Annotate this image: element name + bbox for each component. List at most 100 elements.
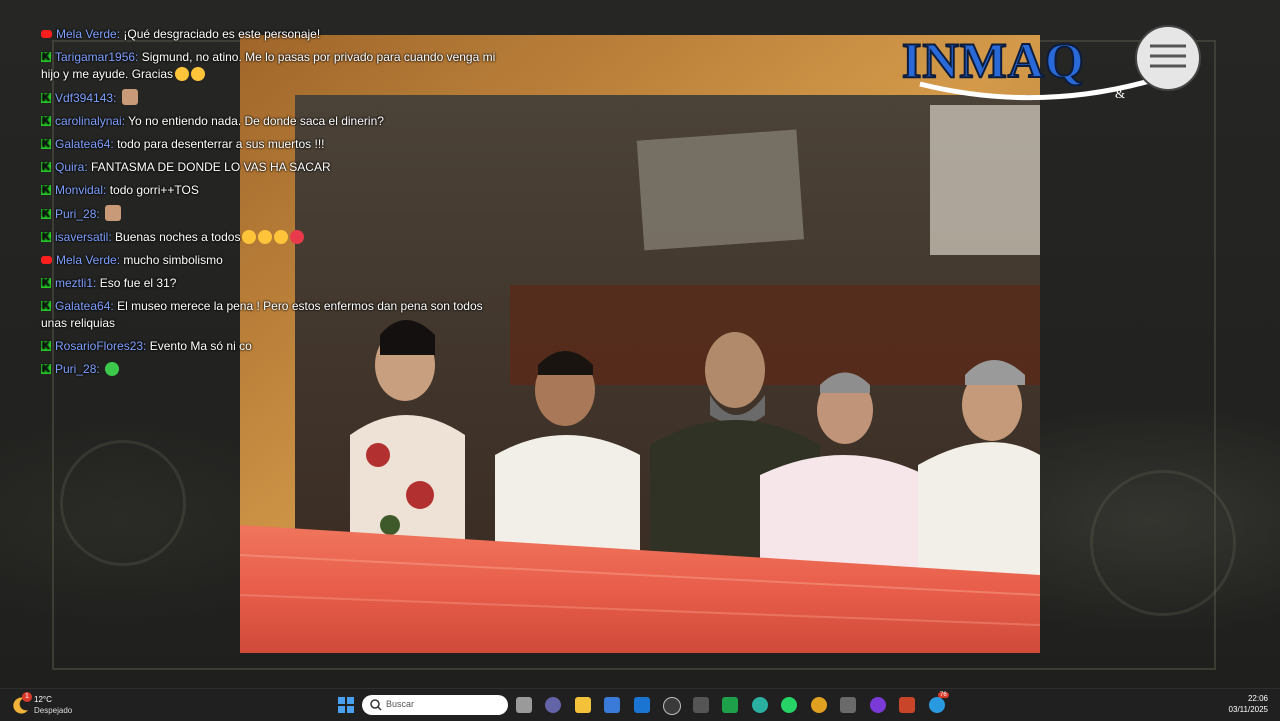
kick-icon	[41, 113, 51, 130]
telegram-icon[interactable]: 76	[929, 692, 949, 713]
app2-icon[interactable]	[840, 697, 856, 713]
chat-separator: :	[96, 362, 104, 376]
windows-start-icon[interactable]	[338, 697, 354, 713]
green-face-emoji-icon	[105, 362, 120, 376]
chat-text: mucho simbolismo	[123, 253, 223, 267]
waving-hand-emoji-icon	[242, 230, 257, 244]
kick-icon	[41, 298, 51, 315]
chat-username[interactable]: Puri_28	[55, 207, 96, 221]
chat-message: Mela Verde: ¡Qué desgraciado es este per…	[41, 26, 511, 43]
chat-message: Puri_28:	[41, 361, 511, 378]
kick-icon	[41, 229, 51, 246]
notification-badge: 1	[22, 692, 32, 702]
chatgpt-icon[interactable]	[663, 697, 681, 715]
heart-emoji-icon	[290, 230, 305, 244]
chat-username[interactable]: Galatea64	[55, 137, 110, 151]
youtube-icon	[41, 256, 52, 264]
chat-username[interactable]: Vdf394143	[55, 91, 113, 105]
chat-username[interactable]: isaversatil	[55, 230, 108, 244]
search-placeholder: Buscar	[386, 699, 415, 709]
kick-icon	[41, 182, 51, 199]
kick-icon	[41, 159, 51, 176]
chat-username[interactable]: RosarioFlores23	[55, 339, 143, 353]
chat-username[interactable]: Mela Verde	[56, 253, 117, 267]
taskbar: 1 12°C Despejado Buscar 76 22:06 03/11/2…	[0, 688, 1280, 721]
chat-separator: :	[93, 276, 100, 290]
chrome-icon[interactable]	[811, 697, 827, 713]
chat-text: Buenas noches a todos	[115, 230, 241, 244]
app3-icon[interactable]	[870, 697, 886, 713]
edge-icon[interactable]	[752, 697, 768, 713]
logo-seal	[1135, 25, 1201, 91]
chat-username[interactable]: Quira	[55, 160, 84, 174]
chat-overlay: Mela Verde: ¡Qué desgraciado es este per…	[41, 26, 511, 384]
file-explorer-icon[interactable]	[575, 697, 591, 713]
chat-message: Puri_28:	[41, 205, 511, 223]
whatsapp-icon[interactable]	[781, 697, 797, 713]
teams-icon[interactable]	[545, 697, 561, 713]
chat-text: FANTASMA DE DONDE LO VAS HA SACAR	[91, 160, 331, 174]
chat-username[interactable]: Monvidal	[55, 183, 103, 197]
smiling-face-emoji-icon	[274, 230, 289, 244]
chat-message: Galatea64: todo para desenterrar a sus m…	[41, 136, 511, 153]
smiling-face-emoji-icon	[175, 67, 190, 81]
task-view-icon[interactable]	[516, 697, 532, 713]
chat-text: Yo no entiendo nada. De donde saca el di…	[128, 114, 384, 128]
chat-text: Evento Ma só ni co	[149, 339, 252, 353]
kick-icon	[41, 206, 51, 223]
search-icon	[370, 699, 382, 711]
camtasia-icon[interactable]	[722, 697, 738, 713]
chat-message: Galatea64: El museo merece la pena ! Per…	[41, 298, 511, 332]
sticker-emoji-icon	[121, 89, 138, 105]
inmaq-logo: INMAQ &	[900, 22, 1206, 106]
sticker-emoji-icon	[105, 205, 122, 221]
chat-username[interactable]: carolinalynai	[55, 114, 122, 128]
chat-message: Vdf394143:	[41, 89, 511, 107]
chat-message: Mela Verde: mucho simbolismo	[41, 252, 511, 269]
youtube-icon	[41, 30, 52, 38]
weather-temp: 12°C	[34, 695, 52, 704]
chat-username[interactable]: Galatea64	[55, 299, 110, 313]
weather-widget[interactable]: 1 12°C Despejado	[12, 692, 82, 718]
chat-separator: :	[143, 339, 150, 353]
chat-text: ¡Qué desgraciado es este personaje!	[123, 27, 321, 41]
app-icon[interactable]	[693, 697, 709, 713]
logo-suffix: &	[1115, 86, 1125, 101]
powerpoint-icon[interactable]	[899, 697, 915, 713]
kissing-face-emoji-icon	[191, 67, 206, 81]
chat-username[interactable]: Mela Verde	[56, 27, 117, 41]
chat-username[interactable]: Tarigamar1956	[55, 50, 135, 64]
logo-text: INMAQ	[902, 32, 1085, 88]
chat-message: Tarigamar1956: Sigmund, no atino. Me lo …	[41, 49, 511, 83]
outlook-icon[interactable]	[634, 697, 650, 713]
chat-message: isaversatil: Buenas noches a todos	[41, 229, 511, 246]
kissing-face-emoji-icon	[258, 230, 273, 244]
chat-separator: :	[113, 91, 120, 105]
taskbar-search[interactable]: Buscar	[362, 695, 508, 715]
kick-icon	[41, 136, 51, 153]
chat-message: meztli1: Eso fue el 31?	[41, 275, 511, 292]
kick-icon	[41, 361, 51, 378]
weather-condition: Despejado	[34, 706, 73, 715]
kick-icon	[41, 90, 51, 107]
ornament-rose-left	[60, 440, 186, 566]
chat-separator: :	[103, 183, 110, 197]
chat-separator: :	[84, 160, 92, 174]
ornament-rose	[1090, 470, 1236, 616]
chat-message: Monvidal: todo gorri++TOS	[41, 182, 511, 199]
chat-message: Quira: FANTASMA DE DONDE LO VAS HA SACAR	[41, 159, 511, 176]
kick-icon	[41, 338, 51, 355]
kick-icon	[41, 49, 51, 66]
store-icon[interactable]	[604, 697, 620, 713]
chat-username[interactable]: Puri_28	[55, 362, 96, 376]
chat-separator: :	[135, 50, 142, 64]
chat-separator: :	[96, 207, 104, 221]
clock-time: 22:06	[1247, 694, 1268, 703]
chat-username[interactable]: meztli1	[55, 276, 93, 290]
chat-text: todo gorri++TOS	[109, 183, 199, 197]
clock-date: 03/11/2025	[1228, 705, 1268, 714]
system-clock[interactable]: 22:06 03/11/2025	[1229, 693, 1268, 715]
chat-text: todo para desenterrar a sus muertos !!!	[117, 137, 325, 151]
chat-message: RosarioFlores23: Evento Ma só ni co	[41, 338, 511, 355]
chat-message: carolinalynai: Yo no entiendo nada. De d…	[41, 113, 511, 130]
